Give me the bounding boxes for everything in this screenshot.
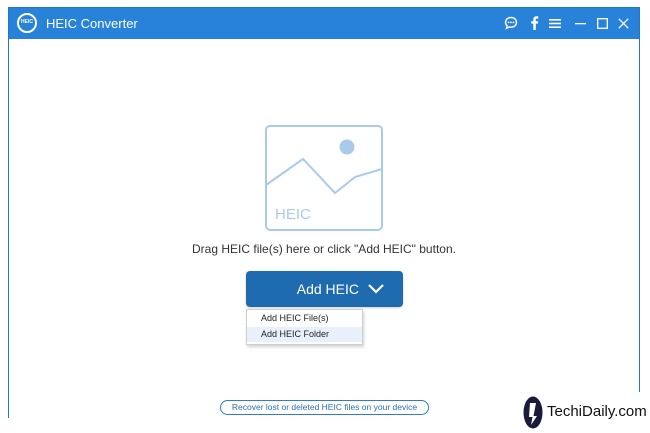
chevron-down-icon[interactable] <box>366 280 386 298</box>
add-heic-button[interactable]: Add HEIC <box>246 271 403 307</box>
app-logo-icon: HEIC <box>17 13 37 33</box>
add-heic-button-label: Add HEIC <box>296 281 359 297</box>
techidaily-logo-icon <box>523 396 543 429</box>
add-heic-dropdown: Add HEIC File(s) Add HEIC Folder <box>246 309 363 345</box>
dropdown-item-add-folder[interactable]: Add HEIC Folder <box>247 327 362 342</box>
watermark-text: TechiDaily.com <box>547 403 647 420</box>
close-icon[interactable] <box>616 14 630 32</box>
image-placeholder-icon: HEIC <box>265 125 383 231</box>
drop-area[interactable]: HEIC Drag HEIC file(s) here or click "Ad… <box>9 39 639 388</box>
placeholder-label: HEIC <box>275 206 311 223</box>
window-title: HEIC Converter <box>46 16 138 31</box>
drop-hint-text: Drag HEIC file(s) here or click "Add HEI… <box>192 242 456 256</box>
watermark: TechiDaily.com <box>519 392 650 433</box>
recover-files-link[interactable]: Recover lost or deleted HEIC files on yo… <box>220 400 429 415</box>
minimize-icon[interactable] <box>573 14 587 32</box>
feedback-icon[interactable] <box>502 14 520 32</box>
dropdown-item-add-files[interactable]: Add HEIC File(s) <box>247 311 362 326</box>
menu-icon[interactable] <box>548 14 562 32</box>
maximize-icon[interactable] <box>595 14 609 32</box>
title-bar: HEIC HEIC Converter <box>9 8 639 39</box>
facebook-icon[interactable] <box>527 14 541 32</box>
app-logo-text: HEIC <box>21 19 33 25</box>
app-window: HEIC HEIC Converter HEIC Drag HEIC file(… <box>8 7 640 418</box>
